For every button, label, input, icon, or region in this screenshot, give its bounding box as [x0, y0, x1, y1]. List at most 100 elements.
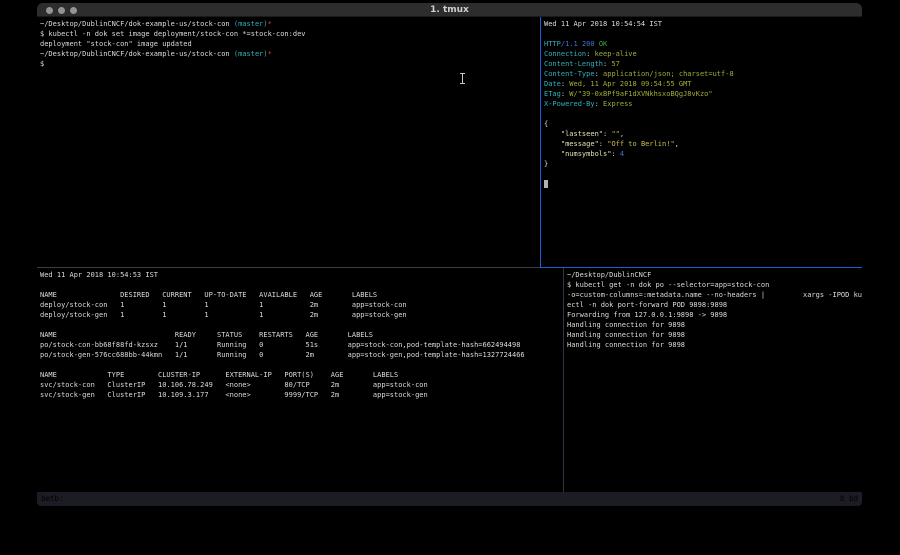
- terminal-text-segment: ,: [620, 130, 624, 138]
- terminal-line: ~/Desktop/DublinCNCF: [567, 270, 862, 280]
- terminal-text-segment: $ kubectl -n dok set image deployment/st…: [40, 30, 306, 38]
- terminal-line: po/stock-con-bb68f88fd-kzsxz 1/1 Running…: [40, 340, 563, 350]
- terminal-text-segment: 200: [582, 40, 595, 48]
- window-titlebar[interactable]: 1. tmux: [37, 3, 862, 17]
- terminal-text-segment: Content-Length: [544, 60, 603, 68]
- pane-bottom-left-kubectl-watch[interactable]: Wed 11 Apr 2018 10:54:53 IST NAME DESIRE…: [37, 268, 563, 492]
- terminal-text-segment: [544, 140, 561, 148]
- terminal-line: "lastseen": "",: [544, 129, 862, 139]
- tmux-session-area: ~/Desktop/DublinCNCF/dok-example-us/stoc…: [37, 17, 862, 492]
- status-left-session-window[interactable]: betb:: [41, 492, 64, 506]
- desktop-background: 1. tmux ~/Desktop/DublinCNCF/dok-example…: [0, 0, 900, 555]
- terminal-text-segment: deployment "stock-con" image updated: [40, 40, 192, 48]
- terminal-text-segment: :: [595, 100, 603, 108]
- terminal-line: [40, 280, 563, 290]
- terminal-line: b:: [55, 494, 64, 503]
- terminal-text-segment: *: [268, 50, 272, 58]
- terminal-line: X-Powered-By: Express: [544, 99, 862, 109]
- terminal-line: svc/stock-gen ClusterIP 10.109.3.177 <no…: [40, 390, 563, 400]
- terminal-text-segment: ,: [675, 140, 679, 148]
- pane-divider-vertical-top[interactable]: [540, 17, 541, 268]
- terminal-text-segment: (master): [234, 50, 268, 58]
- terminal-text-segment: HTTP: [544, 40, 561, 48]
- terminal-text-segment: $ kubectl get -n dok po --selector=app=s…: [567, 281, 769, 289]
- terminal-line: Connection: keep-alive: [544, 49, 862, 59]
- terminal-text-segment: :: [59, 494, 64, 503]
- terminal-line: "message": "Off to Berlin!",: [544, 139, 862, 149]
- terminal-line: svc/stock-con ClusterIP 10.106.78.249 <n…: [40, 380, 563, 390]
- pane-divider-horizontal-right[interactable]: [541, 267, 862, 268]
- terminal-text-segment: application/json; charset=utf-8: [603, 70, 734, 78]
- terminal-text-segment: ~/Desktop/DublinCNCF/dok-example-us/stoc…: [40, 20, 234, 28]
- terminal-text-segment: :: [586, 50, 594, 58]
- terminal-text-segment: 4: [620, 150, 624, 158]
- terminal-text-segment: /1.1: [561, 40, 578, 48]
- terminal-text-segment: OK: [599, 40, 607, 48]
- pane-divider-horizontal-left[interactable]: [37, 267, 540, 268]
- terminal-text-segment: NAME READY STATUS RESTARTS AGE LABELS: [40, 331, 373, 339]
- terminal-text-segment: svc/stock-gen ClusterIP 10.109.3.177 <no…: [40, 391, 428, 399]
- terminal-text-segment: ~/Desktop/DublinCNCF: [567, 271, 651, 279]
- terminal-text-segment: Connection: [544, 50, 586, 58]
- terminal-text-segment: Wed, 11 Apr 2018 09:54:55 GMT: [569, 80, 691, 88]
- terminal-line: [544, 179, 862, 189]
- terminal-window: 1. tmux ~/Desktop/DublinCNCF/dok-example…: [37, 3, 862, 506]
- pane-bottom-right-port-forward[interactable]: ~/Desktop/DublinCNCF $ kubectl get -n dok…: [564, 268, 862, 492]
- terminal-text-segment: Forwarding from 127.0.0.1:9898 -> 9898: [567, 311, 727, 319]
- terminal-text-segment: W/"39-0xBPf9aF1dXVNkhsxoBQgJ8vKzo": [569, 90, 712, 98]
- terminal-line: deployment "stock-con" image updated: [40, 39, 540, 49]
- terminal-text-segment: 57: [611, 60, 619, 68]
- terminal-text-segment: Wed 11 Apr 2018 10:54:54 IST: [544, 20, 662, 28]
- terminal-text-segment: NAME DESIRED CURRENT UP-TO-DATE AVAILABL…: [40, 291, 377, 299]
- terminal-line: po/stock-gen-576cc688bb-44kmn 1/1 Runnin…: [40, 350, 563, 360]
- terminal-text-segment: :: [599, 140, 607, 148]
- terminal-line: Handling connection for 9898: [567, 330, 862, 340]
- terminal-line: $: [40, 59, 540, 69]
- terminal-text-segment: X-Powered-By: [544, 100, 595, 108]
- pane-top-left-shell[interactable]: ~/Desktop/DublinCNCF/dok-example-us/stoc…: [37, 17, 540, 267]
- terminal-text-segment: d: [853, 494, 858, 503]
- terminal-text-segment: Express: [603, 100, 633, 108]
- terminal-text-segment: "Off to Berlin!": [607, 140, 674, 148]
- window-title: 1. tmux: [37, 5, 862, 15]
- terminal-text-segment: "message": [561, 140, 599, 148]
- terminal-text-segment: [544, 130, 561, 138]
- terminal-line: deploy/stock-con 1 1 1 1 2m app=stock-co…: [40, 300, 563, 310]
- terminal-text-segment: "numsymbols": [561, 150, 612, 158]
- terminal-line: [40, 320, 563, 330]
- terminal-text-segment: :: [611, 150, 619, 158]
- terminal-line: [544, 169, 862, 179]
- terminal-line: Handling connection for 9898: [567, 320, 862, 330]
- terminal-line: ~/Desktop/DublinCNCF/dok-example-us/stoc…: [40, 19, 540, 29]
- terminal-text-segment: NAME TYPE CLUSTER-IP EXTERNAL-IP PORT(S)…: [40, 371, 398, 379]
- terminal-text-segment: deploy/stock-con 1 1 1 1 2m app=stock-co…: [40, 301, 407, 309]
- terminal-text-segment: "": [611, 130, 619, 138]
- terminal-line: Wed 11 Apr 2018 10:54:53 IST: [40, 270, 563, 280]
- terminal-text-segment: [544, 150, 561, 158]
- terminal-line: Wed 11 Apr 2018 10:54:54 IST: [544, 19, 862, 29]
- terminal-line: Content-Length: 57: [544, 59, 862, 69]
- terminal-text-segment: [544, 180, 548, 188]
- terminal-text-segment: Wed 11 Apr 2018 10:54:53 IST: [40, 271, 158, 279]
- terminal-line: ETag: W/"39-0xBPf9aF1dXVNkhsxoBQgJ8vKzo": [544, 89, 862, 99]
- pane-divider-vertical-bottom[interactable]: [563, 268, 564, 492]
- terminal-text-segment: keep-alive: [595, 50, 637, 58]
- terminal-line: {: [544, 119, 862, 129]
- status-right-kube-context: b bd: [840, 492, 858, 506]
- pane-top-right-http-response[interactable]: Wed 11 Apr 2018 10:54:54 IST HTTP/1.1 20…: [541, 17, 862, 267]
- terminal-text-segment: ~/Desktop/DublinCNCF/dok-example-us/stoc…: [40, 50, 234, 58]
- terminal-line: "numsymbols": 4: [544, 149, 862, 159]
- mouse-ibeam-cursor: [459, 73, 466, 85]
- terminal-line: ~/Desktop/DublinCNCF/dok-example-us/stoc…: [40, 49, 540, 59]
- terminal-line: NAME READY STATUS RESTARTS AGE LABELS: [40, 330, 563, 340]
- terminal-line: $ kubectl -n dok set image deployment/st…: [40, 29, 540, 39]
- terminal-line: [40, 360, 563, 370]
- terminal-line: $ kubectl get -n dok po --selector=app=s…: [567, 280, 862, 290]
- tmux-status-bar: betb: b bd: [37, 492, 862, 506]
- terminal-line: Content-Type: application/json; charset=…: [544, 69, 862, 79]
- terminal-text-segment: Content-Type: [544, 70, 595, 78]
- terminal-line: deploy/stock-gen 1 1 1 1 2m app=stock-ge…: [40, 310, 563, 320]
- terminal-text-segment: -o=custom-columns=:metadata.name --no-he…: [567, 291, 862, 299]
- terminal-line: [544, 109, 862, 119]
- terminal-text-segment: *: [268, 20, 272, 28]
